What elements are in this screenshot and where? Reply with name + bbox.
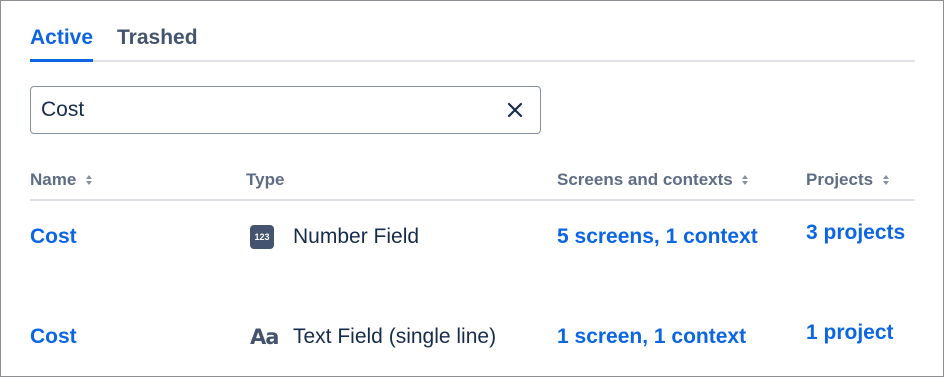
projects-link[interactable]: 3 projects bbox=[806, 218, 905, 248]
sort-icon bbox=[742, 174, 749, 185]
close-icon bbox=[507, 102, 523, 118]
projects-link[interactable]: 1 project bbox=[806, 318, 894, 348]
search-field bbox=[30, 86, 541, 134]
column-header-projects[interactable]: Projects bbox=[806, 169, 890, 191]
column-header-label: Name bbox=[30, 170, 77, 189]
sort-icon bbox=[882, 174, 889, 185]
field-name-link[interactable]: Cost bbox=[30, 322, 77, 352]
tab-active[interactable]: Active bbox=[30, 23, 94, 62]
custom-fields-panel: Active Trashed Name Type Screens and con… bbox=[0, 0, 944, 377]
sort-icon bbox=[86, 174, 93, 185]
column-header-label: Type bbox=[246, 170, 285, 189]
screens-contexts-link[interactable]: 1 screen, 1 context bbox=[557, 322, 746, 352]
screens-contexts-link[interactable]: 5 screens, 1 context bbox=[557, 222, 758, 252]
table-row: Cost Aa Text Field (single line) 1 scree… bbox=[30, 311, 915, 371]
column-header-name[interactable]: Name bbox=[30, 169, 93, 191]
tab-bar: Active Trashed bbox=[30, 23, 915, 62]
field-type-label: Number Field bbox=[293, 225, 420, 248]
text-field-icon: Aa bbox=[250, 325, 279, 349]
search-input[interactable] bbox=[41, 87, 481, 133]
clear-search-button[interactable] bbox=[504, 99, 526, 121]
table-header: Name Type Screens and contexts Projects bbox=[30, 165, 915, 201]
table-row: Cost 123 Number Field 5 screens, 1 conte… bbox=[30, 211, 915, 271]
field-type-label: Text Field (single line) bbox=[293, 325, 497, 348]
tab-trashed[interactable]: Trashed bbox=[117, 23, 198, 53]
column-header-label: Screens and contexts bbox=[557, 170, 733, 189]
column-header-label: Projects bbox=[806, 170, 874, 189]
column-header-type: Type bbox=[246, 169, 284, 191]
number-field-icon: 123 bbox=[250, 225, 274, 249]
field-name-link[interactable]: Cost bbox=[30, 222, 77, 252]
column-header-screens[interactable]: Screens and contexts bbox=[557, 169, 749, 191]
